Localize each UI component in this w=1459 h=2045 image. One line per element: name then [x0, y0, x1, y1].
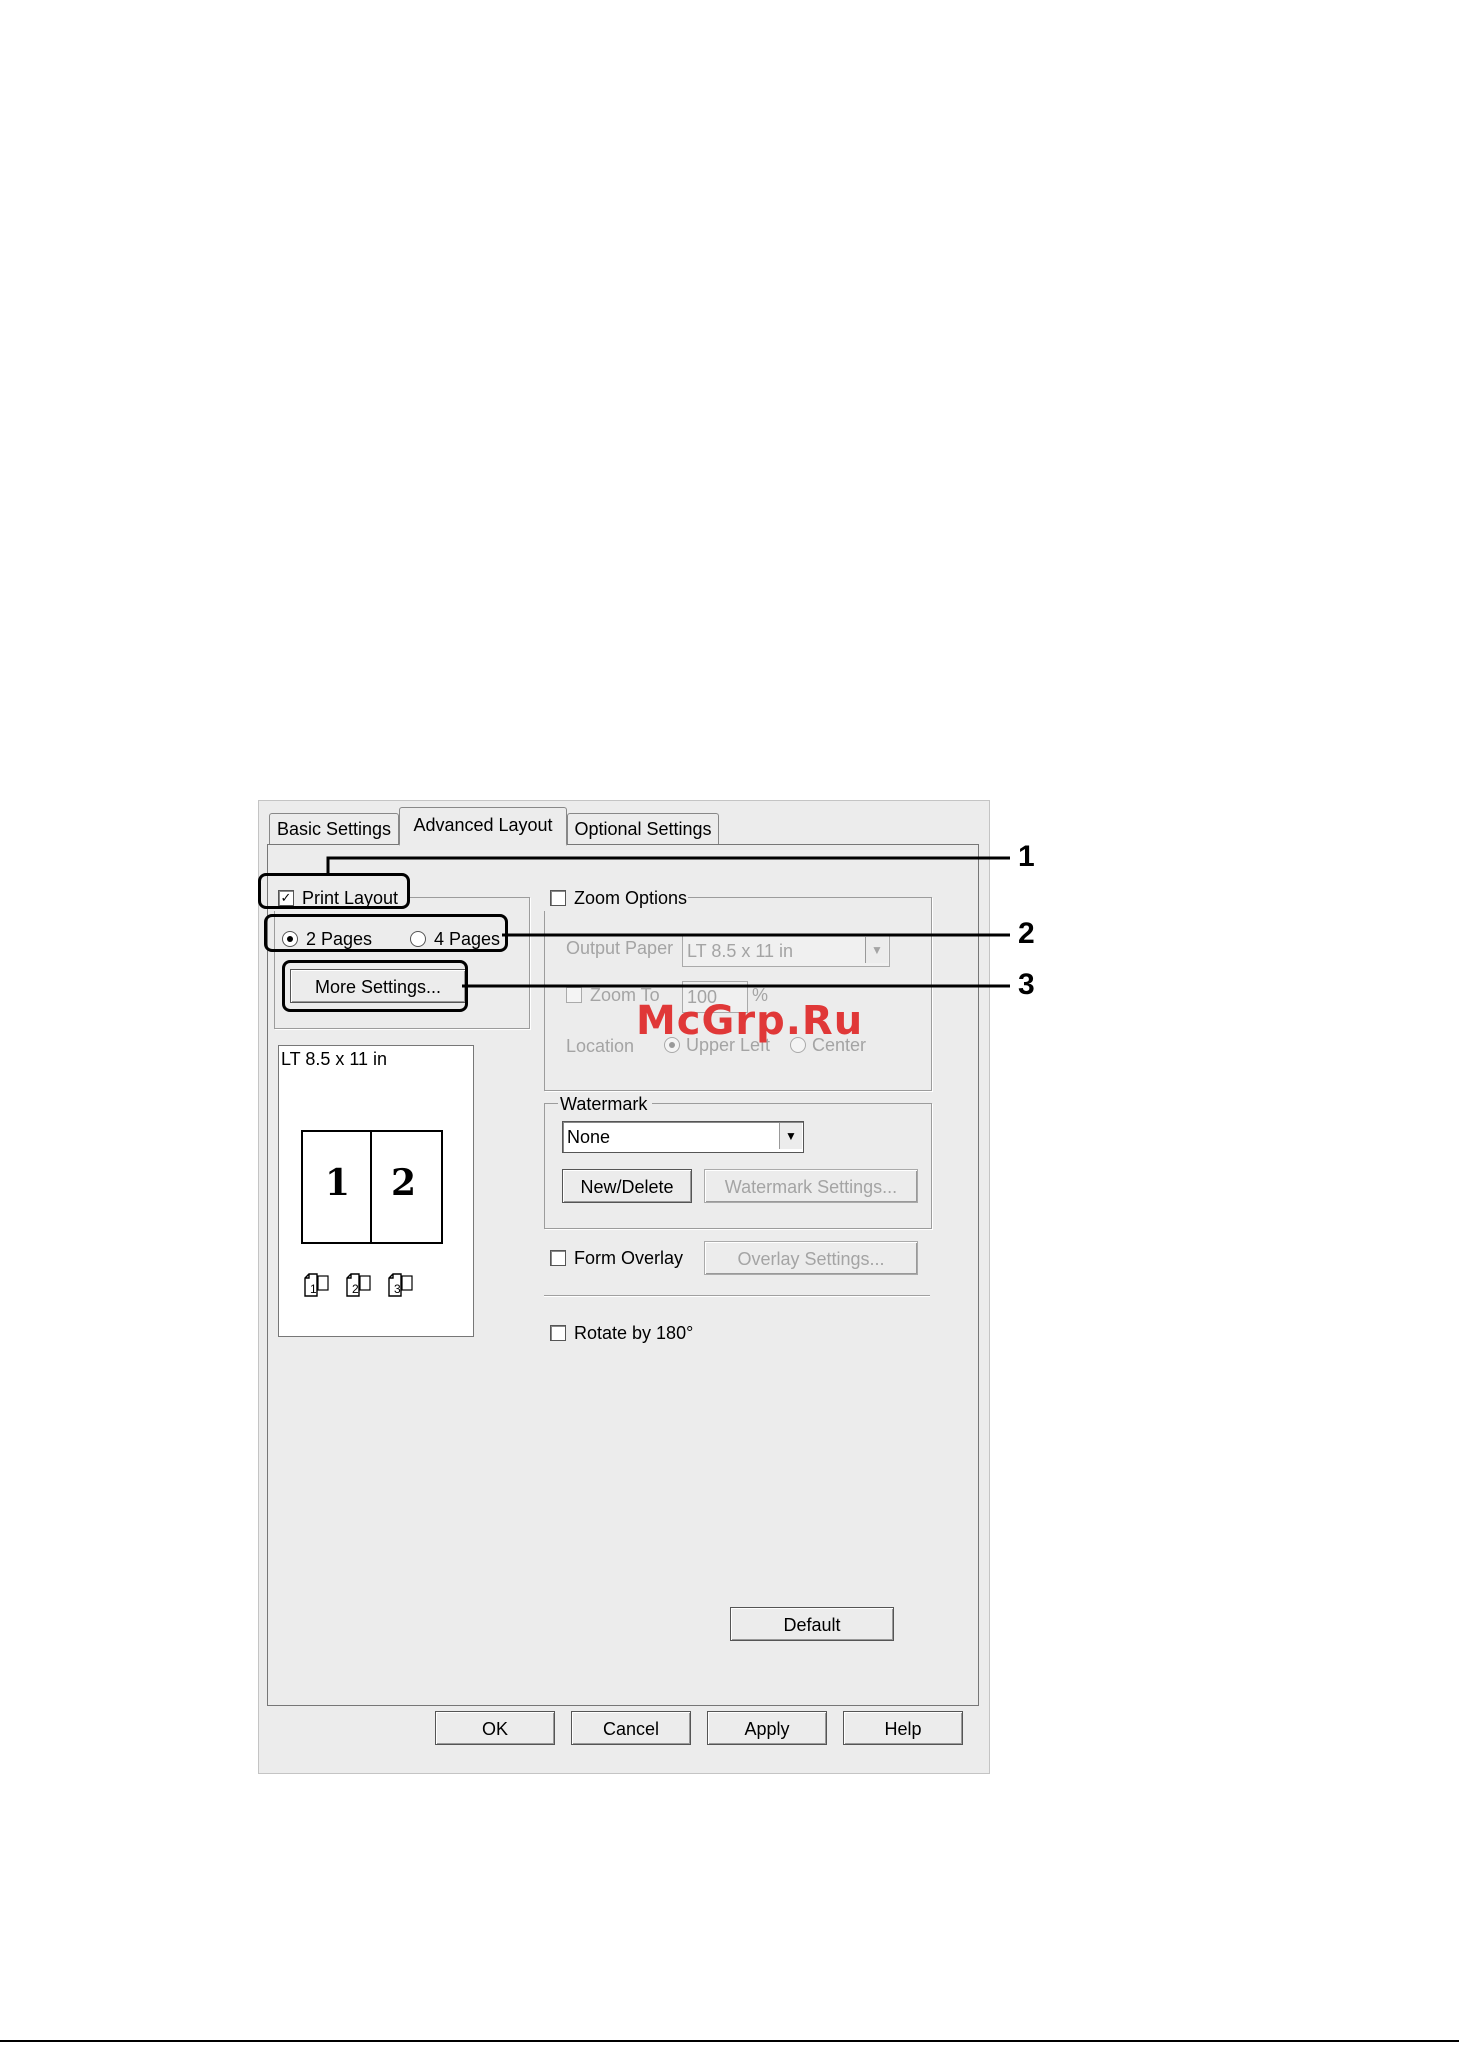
page-bottom-rule — [0, 2040, 1459, 2042]
site-watermark: McGrp.Ru — [636, 998, 864, 1044]
callout-number-2: 2 — [1018, 917, 1035, 950]
callout-number-3: 3 — [1018, 968, 1035, 1001]
tab-advanced-layout[interactable]: Advanced Layout — [399, 807, 567, 846]
callout-number-1: 1 — [1018, 840, 1035, 873]
